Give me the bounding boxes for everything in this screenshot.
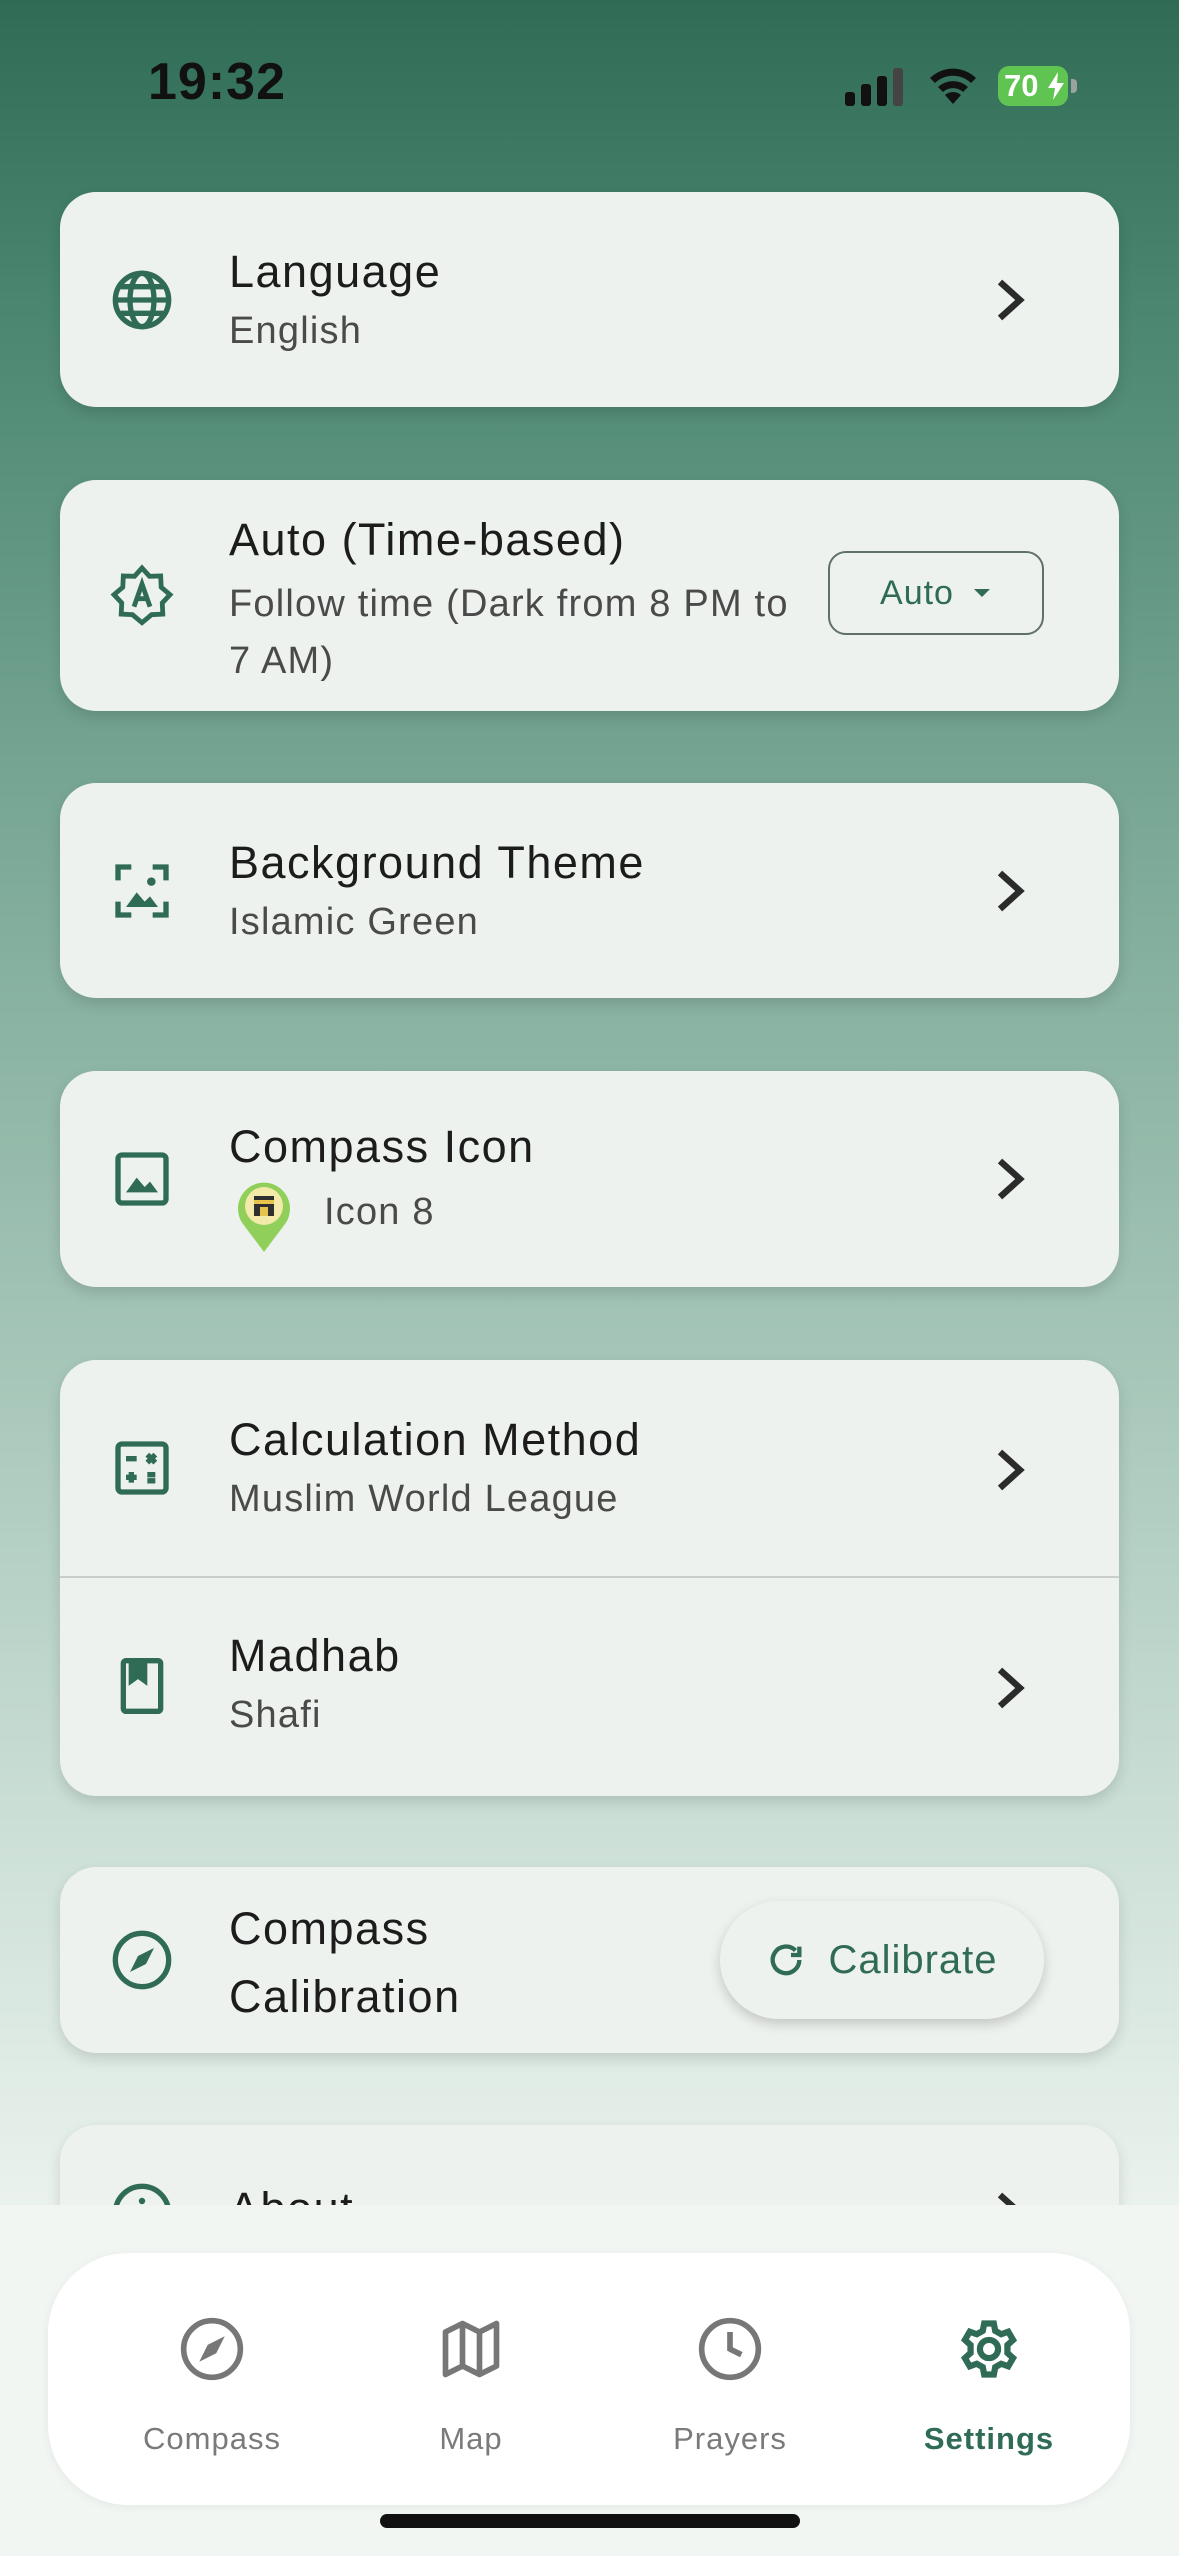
tab-settings-label: Settings [923, 2421, 1055, 2456]
prayer-settings-group: Calculation Method Muslim World League M… [60, 1360, 1119, 1796]
settings-list[interactable]: 19:32 70 Language English Auto (Time-bas… [0, 0, 1179, 2205]
compass-icon [180, 2317, 244, 2381]
calculation-method-setting[interactable]: Calculation Method Muslim World League [60, 1360, 1119, 1577]
language-setting[interactable]: Language English [60, 192, 1119, 407]
tab-prayers-label: Prayers [673, 2421, 787, 2456]
compass-calibration-setting: Compass Calibration Calibrate [60, 1867, 1119, 2053]
madhab-setting[interactable]: Madhab Shafi [60, 1578, 1119, 1796]
appearance-title: Auto (Time-based) [229, 514, 626, 565]
appearance-setting: Auto (Time-based) Follow time (Dark from… [60, 480, 1119, 711]
gear-icon [960, 2320, 1018, 2378]
background-theme-value: Islamic Green [229, 901, 480, 943]
chevron-right-icon [997, 1449, 1025, 1491]
compass-icon [112, 1930, 172, 1990]
about-setting[interactable]: About [60, 2125, 1119, 2205]
refresh-icon [770, 1944, 802, 1976]
auto-theme-icon [110, 564, 174, 626]
calibrate-button-label: Calibrate [828, 1937, 998, 1982]
compass-icon-setting[interactable]: Compass Icon Icon 8 [60, 1071, 1119, 1287]
appearance-subtitle: Follow time (Dark from 8 PM to 7 AM) [229, 583, 789, 682]
tab-map-label: Map [439, 2421, 503, 2456]
tab-compass[interactable]: Compass [82, 2253, 342, 2505]
tab-bar: Compass Map Prayers Settings [48, 2253, 1130, 2505]
compass-icon-title: Compass Icon [229, 1121, 535, 1172]
battery-indicator: 70 [998, 66, 1078, 106]
about-title: About [229, 2183, 354, 2205]
signal-icon [845, 68, 903, 106]
compass-icon-value: Icon 8 [324, 1191, 435, 1233]
status-bar: 19:32 70 [0, 0, 1179, 175]
tab-settings[interactable]: Settings [859, 2253, 1119, 2505]
calculation-method-title: Calculation Method [229, 1414, 642, 1465]
status-time: 19:32 [148, 53, 286, 111]
wallpaper-icon [115, 864, 169, 918]
info-icon [113, 2183, 171, 2205]
madhab-value: Shafi [229, 1694, 322, 1736]
map-icon [442, 2320, 500, 2378]
globe-icon [112, 270, 172, 330]
kaaba-pin-icon [238, 1182, 290, 1252]
chevron-right-icon [997, 1158, 1025, 1200]
chevron-right-icon [997, 279, 1025, 321]
calculation-method-value: Muslim World League [229, 1478, 619, 1520]
chevron-right-icon [997, 2192, 1016, 2205]
chevron-right-icon [997, 870, 1025, 912]
language-title: Language [229, 246, 442, 297]
clock-icon [698, 2317, 762, 2381]
compass-calibration-title-line1: Compass [229, 1903, 430, 1954]
chevron-right-icon [997, 1667, 1025, 1709]
calibrate-button[interactable]: Calibrate [720, 1901, 1044, 2019]
tab-compass-label: Compass [143, 2421, 281, 2456]
dropdown-value: Auto [880, 573, 954, 612]
madhab-title: Madhab [229, 1630, 401, 1681]
compass-calibration-title-line2: Calibration [229, 1971, 461, 2022]
background-theme-setting[interactable]: Background Theme Islamic Green [60, 783, 1119, 998]
tab-prayers[interactable]: Prayers [600, 2253, 860, 2505]
book-icon [120, 1658, 164, 1714]
calculator-icon [115, 1441, 169, 1495]
image-icon [115, 1152, 169, 1206]
charging-bolt-icon [1048, 72, 1064, 100]
language-value: English [229, 310, 363, 352]
theme-mode-dropdown[interactable]: Auto [828, 551, 1044, 635]
caret-down-icon [973, 589, 990, 597]
tab-map[interactable]: Map [341, 2253, 601, 2505]
wifi-icon [930, 68, 976, 104]
background-theme-title: Background Theme [229, 837, 645, 888]
home-indicator [380, 2514, 800, 2528]
